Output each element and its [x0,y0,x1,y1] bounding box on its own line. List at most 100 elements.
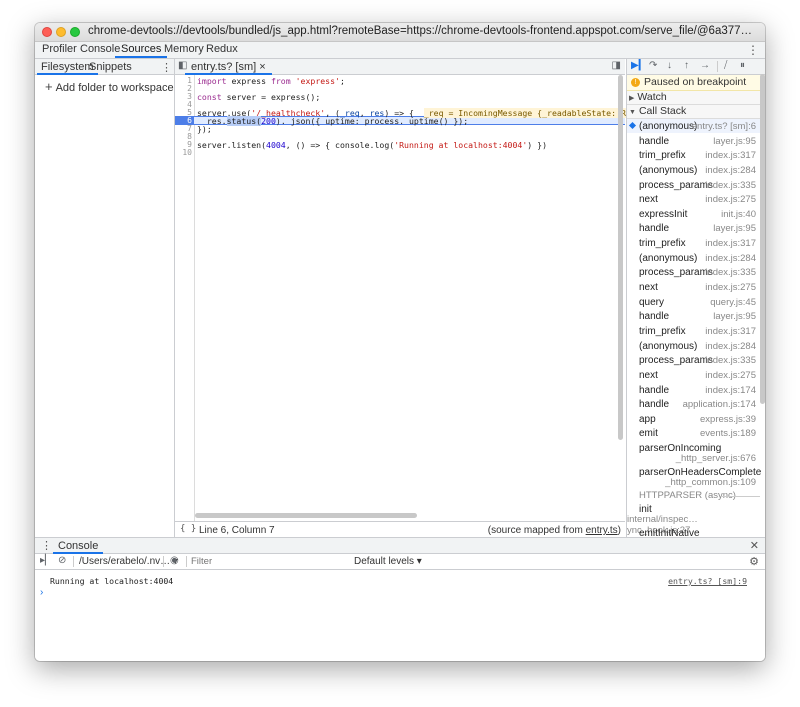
code-line-7: }); [197,124,212,134]
frame-function-name: process_params [639,179,713,191]
paused-banner: ! Paused on breakpoint [627,75,765,91]
more-options-icon[interactable]: ⋮ [747,43,759,57]
call-stack-frame[interactable]: handle application.js:174 [627,397,765,412]
call-stack-frame[interactable]: next index.js:275 [627,280,765,295]
console-filter-input[interactable] [191,556,349,567]
frame-function-name: handle [639,223,670,235]
step-icon[interactable]: → [700,60,710,71]
minimize-window-button[interactable] [56,27,66,37]
call-stack-frame[interactable]: handle layer.js:95 [627,309,765,324]
drawer-menu-icon[interactable]: ⋮ [41,539,52,552]
toggle-debugger-icon[interactable]: ◨ [612,60,621,71]
step-into-icon[interactable]: ↓ [667,60,672,71]
call-stack-frame[interactable]: expressInit init.js:40 [627,207,765,222]
main-tab-bar: Profiler Console Sources Memory Redux ⋮ [35,42,765,59]
call-stack-frame[interactable]: emit events.js:189 [627,426,765,442]
tab-memory[interactable]: Memory [164,43,204,55]
tab-redux[interactable]: Redux [206,43,238,55]
call-stack-frame[interactable]: (anonymous) index.js:284 [627,163,765,178]
console-message-source-link[interactable]: entry.ts? [sm]:9 [668,576,747,586]
show-sidebar-icon[interactable]: ▸▏ [40,555,53,566]
source-map-link[interactable]: entry.ts [586,525,618,536]
call-stack-frame[interactable]: process_params index.js:335 [627,178,765,193]
call-stack-frame[interactable]: next index.js:275 [627,192,765,207]
code-line-6: res.status(200). json({ uptime: process.… [197,116,469,126]
tab-snippets[interactable]: Snippets [89,61,132,73]
drawer-tab-bar: ⋮ Console ✕ [35,538,765,554]
call-stack-section-header[interactable]: ▼ Call Stack [627,105,765,119]
sidebar-scrollbar[interactable] [760,74,765,404]
call-stack-frame[interactable]: handle index.js:174 [627,383,765,398]
close-tab-icon[interactable]: × [259,61,265,73]
editor-pane: ◧ entry.ts? [sm] × ◨ 1 2 3 4 5 7 8 9 10 … [175,59,700,537]
toolbar-divider [186,556,187,567]
frame-function-name: next [639,369,658,381]
live-expression-eye-icon[interactable]: ◉ [170,555,179,566]
add-folder-button[interactable]: + Add folder to workspace [45,79,174,94]
frame-location: express.js:39 [700,413,756,425]
line-number[interactable]: 10 [182,148,192,157]
frame-location: index.js:317 [705,325,756,337]
pause-on-exceptions-icon[interactable]: ⏸ [740,60,745,71]
tab-console[interactable]: Console [80,43,120,55]
breakpoint-marker[interactable]: 6 [175,116,194,125]
editor-horizontal-scrollbar[interactable] [195,513,417,518]
frame-location: index.js:284 [705,340,756,352]
frame-function-name: handle [639,384,670,396]
call-stack-frame[interactable]: query query.js:45 [627,295,765,310]
call-stack-frame[interactable]: next index.js:275 [627,368,765,383]
call-stack-frame[interactable]: trim_prefix index.js:317 [627,236,765,251]
call-stack-frame[interactable]: parserOnIncoming _http_server.js:676 [627,441,765,466]
call-stack-frame[interactable]: trim_prefix index.js:317 [627,324,765,339]
call-stack-frame[interactable]: (anonymous) index.js:284 [627,339,765,354]
zoom-window-button[interactable] [70,27,80,37]
call-stack-frame[interactable]: handle layer.js:95 [627,221,765,237]
drawer-tab-console[interactable]: Console [52,540,104,554]
close-window-button[interactable] [42,27,52,37]
call-stack-frame[interactable]: init internal/inspec…ync_hook.js:27 [627,502,765,536]
call-stack-frame[interactable]: process_params index.js:335 [627,265,765,281]
code-area[interactable]: 1 2 3 4 5 7 8 9 10 6 import express from… [175,75,700,537]
console-prompt[interactable]: › [40,587,43,598]
call-stack-frame[interactable]: (anonymous) entry.ts? [sm]:6 [627,119,765,134]
frame-function-name: emitInitNative [639,528,700,537]
call-stack-frame[interactable]: parserOnHeadersComplete _http_common.js:1… [627,465,765,490]
debugger-toolbar: ▶▎ ↷ ↓ ↑ → ⧸ ⏸ [627,59,765,75]
toggle-navigator-icon[interactable]: ◧ [178,60,187,71]
step-over-icon[interactable]: ↷ [649,60,657,71]
resume-icon[interactable]: ▶▎ [631,60,646,71]
clear-console-icon[interactable]: ⊘ [58,555,66,566]
frame-function-name: trim_prefix [639,325,686,337]
frame-location: index.js:275 [705,369,756,381]
editor-tab-label: entry.ts? [sm] [191,61,257,73]
frame-function-name: trim_prefix [639,238,686,250]
tab-sources[interactable]: Sources [114,43,168,58]
call-stack-frame[interactable]: trim_prefix index.js:317 [627,148,765,163]
log-levels-dropdown[interactable]: Default levels ▾ [354,556,422,567]
call-stack-frame[interactable]: process_params index.js:335 [627,353,765,368]
line-number: 6 [187,116,192,125]
call-stack-frame[interactable]: app express.js:39 [627,412,765,427]
tab-profiler[interactable]: Profiler [42,43,77,55]
navigator-more-icon[interactable]: ⋮ [161,61,172,74]
call-stack-frame[interactable]: (anonymous) index.js:284 [627,251,765,266]
editor-vertical-scrollbar[interactable] [618,75,623,440]
watch-section-header[interactable]: ▶ Watch [627,91,765,105]
toolbar-divider [717,61,718,72]
deactivate-breakpoints-icon[interactable]: ⧸ [724,60,727,71]
navigator-tabs: Filesystem Snippets ⋮ [35,59,174,75]
editor-status-bar: { } Line 6, Column 7 (source mapped from… [175,521,625,538]
close-drawer-icon[interactable]: ✕ [750,539,759,552]
tab-filesystem[interactable]: Filesystem [37,61,98,75]
frame-location: application.js:174 [682,399,756,411]
editor-tab-entry[interactable]: entry.ts? [sm] × [185,61,272,75]
step-out-icon[interactable]: ↑ [684,60,689,71]
devtools-window: chrome-devtools://devtools/bundled/js_ap… [35,23,765,661]
console-settings-gear-icon[interactable]: ⚙ [749,555,759,568]
plus-icon: + [45,79,53,94]
frame-function-name: next [639,194,658,206]
pretty-print-icon[interactable]: { } [180,524,196,534]
line-gutter[interactable]: 1 2 3 4 5 7 8 9 10 [175,75,195,537]
call-stack-frame[interactable]: handle layer.js:95 [627,134,765,149]
call-stack-frame[interactable]: emitInitNativeinternal/async_hooks.js:13… [627,526,765,537]
